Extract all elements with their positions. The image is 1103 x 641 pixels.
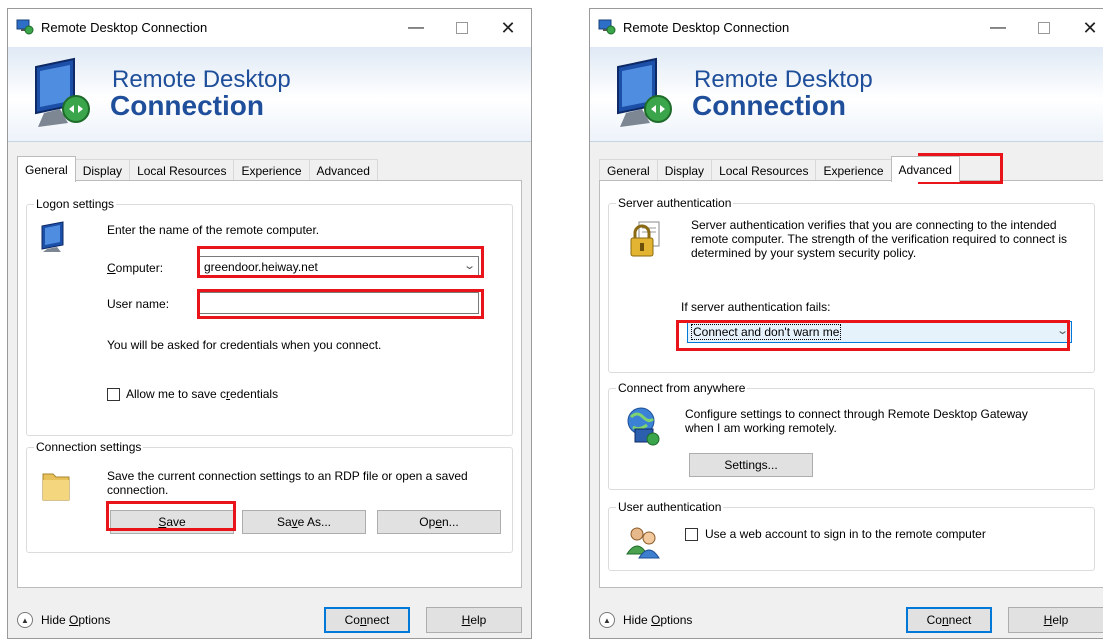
tab-advanced[interactable]: Advanced <box>308 159 378 181</box>
tab-experience[interactable]: Experience <box>815 159 892 181</box>
username-label: User name: <box>107 297 170 311</box>
chevron-down-icon[interactable]: ⌄ <box>1056 324 1069 337</box>
maximize-icon <box>1038 22 1050 34</box>
connect-from-anywhere-title: Connect from anywhere <box>616 381 748 395</box>
connect-button[interactable]: Co n nect <box>906 607 992 633</box>
rdc-app-icon <box>16 19 34 35</box>
minimize-icon: — <box>990 19 1006 36</box>
logon-settings-title: Logon settings <box>34 197 117 211</box>
connect-from-anywhere-group: Connect from anywhere Configure settings… <box>608 381 1095 490</box>
close-button[interactable]: ✕ <box>485 9 531 47</box>
banner-title-line2: Connection <box>110 90 264 121</box>
banner: Remote Desktop Connection <box>590 47 1103 142</box>
padlock-certificate-icon <box>630 221 660 257</box>
users-icon <box>626 527 660 559</box>
help-button[interactable]: Help <box>426 607 522 633</box>
folder-icon <box>42 473 70 501</box>
chevron-down-icon[interactable]: ⌄ <box>463 259 476 272</box>
credentials-note: You will be asked for credentials when y… <box>107 338 382 352</box>
hide-options-toggle[interactable]: ▲ Hide Options <box>17 612 110 628</box>
tab-local-resources[interactable]: Local Resources <box>711 159 817 181</box>
monitor-connection-icon <box>617 57 672 127</box>
web-account-label[interactable]: Use a web account to sign in to the remo… <box>705 527 986 541</box>
tab-display[interactable]: Display <box>656 159 713 181</box>
connection-settings-group: Connection settings Save the current con… <box>26 440 513 553</box>
window-title: Remote Desktop Connection <box>41 20 208 35</box>
computer-label: Computer: <box>107 261 164 275</box>
user-authentication-group: User authentication Use a web account to… <box>608 500 1095 571</box>
tab-local-resources[interactable]: Local Resources <box>129 159 235 181</box>
rdc-window-general: Remote Desktop Connection — ✕ Remote Des… <box>7 8 532 639</box>
title-bar[interactable]: Remote Desktop Connection — ✕ <box>590 9 1103 47</box>
if-fails-dropdown[interactable]: Connect and don't warn me ⌄ <box>687 321 1072 343</box>
username-field[interactable] <box>199 292 479 314</box>
computer-combobox[interactable]: greendoor.heiway.net ⌄ <box>199 256 479 278</box>
tab-strip: General Display Local Resources Experien… <box>599 155 960 182</box>
connection-settings-title: Connection settings <box>34 440 144 454</box>
title-bar[interactable]: Remote Desktop Connection — ✕ <box>8 9 531 47</box>
tab-panel-advanced: Server authentication Server authenticat… <box>599 180 1103 588</box>
hide-options-label[interactable]: Hide Options <box>623 613 692 627</box>
tab-general[interactable]: General <box>599 159 658 181</box>
tab-advanced[interactable]: Advanced <box>890 156 960 182</box>
logon-intro-text: Enter the name of the remote computer. <box>107 223 320 237</box>
save-as-button[interactable]: Sa v e As... <box>242 510 366 534</box>
server-authentication-group: Server authentication Server authenticat… <box>608 196 1095 373</box>
hide-options-toggle[interactable]: ▲ Hide Options <box>599 612 692 628</box>
allow-save-credentials-checkbox[interactable] <box>107 388 120 401</box>
close-icon: ✕ <box>1082 17 1098 38</box>
if-fails-label: If server authentication fails: <box>681 300 831 314</box>
tab-panel-general: Logon settings Enter the name of the rem… <box>17 180 522 588</box>
help-button[interactable]: Help <box>1008 607 1103 633</box>
maximize-button[interactable] <box>1021 9 1067 47</box>
save-button[interactable]: Save <box>110 510 234 534</box>
server-authentication-title: Server authentication <box>616 196 734 210</box>
chevron-up-icon[interactable]: ▲ <box>599 612 615 628</box>
banner: Remote Desktop Connection <box>8 47 531 142</box>
banner-title-line2: Connection <box>692 90 846 121</box>
connection-settings-text: Save the current connection settings to … <box>107 469 468 497</box>
minimize-icon: — <box>408 19 424 36</box>
tab-experience[interactable]: Experience <box>233 159 310 181</box>
rdc-window-advanced: Remote Desktop Connection — ✕ Remote Des… <box>589 8 1103 639</box>
gateway-globe-icon <box>627 407 660 446</box>
minimize-button[interactable]: — <box>393 9 439 47</box>
gateway-settings-button[interactable]: Settings... <box>689 453 813 477</box>
connect-from-anywhere-text: Configure settings to connect through Re… <box>685 407 1028 435</box>
monitor-connection-icon <box>35 57 90 127</box>
maximize-button[interactable] <box>439 9 485 47</box>
window-title: Remote Desktop Connection <box>623 20 790 35</box>
close-button[interactable]: ✕ <box>1067 9 1103 47</box>
close-icon: ✕ <box>500 17 516 38</box>
minimize-button[interactable]: — <box>975 9 1021 47</box>
logon-settings-group: Logon settings Enter the name of the rem… <box>26 197 513 436</box>
chevron-up-icon[interactable]: ▲ <box>17 612 33 628</box>
maximize-icon <box>456 22 468 34</box>
connect-button[interactable]: Co n nect <box>324 607 410 633</box>
tab-display[interactable]: Display <box>74 159 131 181</box>
monitor-icon <box>41 221 64 252</box>
hide-options-label[interactable]: Hide Options <box>41 613 110 627</box>
user-authentication-title: User authentication <box>616 500 724 514</box>
web-account-checkbox[interactable] <box>685 528 698 541</box>
tab-general[interactable]: General <box>17 156 76 182</box>
allow-save-credentials-label[interactable]: Allow me to save credentials <box>126 387 278 401</box>
server-authentication-text: Server authentication verifies that you … <box>691 218 1067 260</box>
open-button[interactable]: Op e n... <box>377 510 501 534</box>
tab-strip: General Display Local Resources Experien… <box>17 155 378 182</box>
computer-value: greendoor.heiway.net <box>204 260 318 274</box>
if-fails-value: Connect and don't warn me <box>690 324 842 340</box>
rdc-app-icon <box>598 19 616 35</box>
